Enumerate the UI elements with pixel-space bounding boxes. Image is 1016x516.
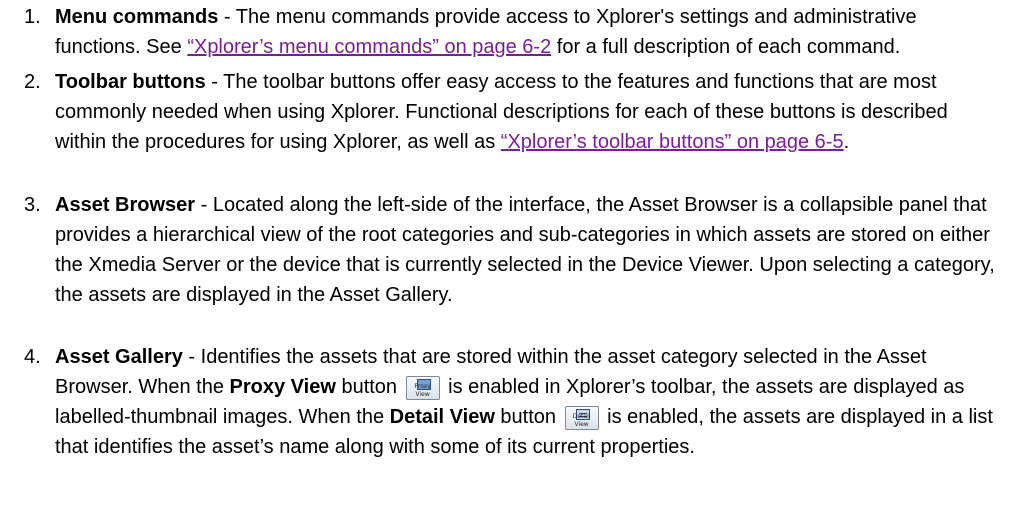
item-number: 2. — [24, 71, 41, 93]
document-page: 1. Menu commands - The menu commands pro… — [0, 0, 1016, 516]
proxy-view-icon-caption: Proxy View — [414, 382, 431, 398]
item-text: - Located along the left-side of the int… — [55, 194, 995, 306]
link-toolbar-buttons[interactable]: “Xplorer’s toolbar buttons” on page 6-5 — [501, 131, 844, 153]
item-term: Asset Browser — [55, 194, 196, 216]
item-term: Asset Gallery — [55, 346, 183, 368]
item-body: Asset Gallery - Identifies the assets th… — [55, 342, 1000, 462]
item-number: 4. — [24, 346, 41, 368]
detail-view-icon: Detail View — [564, 405, 599, 430]
item-term: Toolbar buttons — [55, 71, 206, 93]
proxy-view-icon: Proxy View — [405, 375, 440, 400]
item-number: 3. — [24, 194, 41, 216]
item-text: button — [335, 376, 403, 398]
item-number: 1. — [24, 6, 41, 28]
detail-view-icon-caption: Detail View — [572, 412, 591, 428]
item-term: Menu commands — [55, 6, 219, 28]
proxy-view-label: Proxy View — [229, 376, 336, 398]
item-text: button — [494, 406, 562, 428]
item-text: for a full description of each command. — [551, 36, 901, 58]
item-body: Asset Browser - Located along the left-s… — [55, 190, 1000, 310]
item-body: Menu commands - The menu commands provid… — [55, 2, 1000, 62]
link-menu-commands[interactable]: “Xplorer’s menu commands” on page 6-2 — [187, 36, 551, 58]
detail-view-label: Detail View — [389, 406, 495, 428]
item-text: . — [843, 131, 850, 153]
item-body: Toolbar buttons - The toolbar buttons of… — [55, 67, 1000, 157]
